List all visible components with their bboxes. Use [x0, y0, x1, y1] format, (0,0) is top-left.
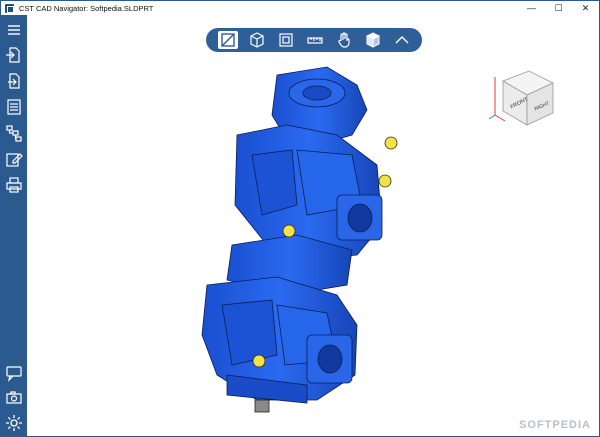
edit-icon — [6, 153, 23, 167]
print-icon — [6, 177, 22, 193]
properties-button[interactable] — [4, 97, 24, 117]
view-cube-icon — [250, 32, 264, 48]
open-file-icon — [6, 47, 20, 63]
settings-icon — [6, 415, 22, 431]
app-window: CST CAD Navigator: Softpedia.SLDPRT — ☐ … — [0, 0, 600, 437]
cad-model[interactable] — [177, 55, 417, 415]
pan-hand-button[interactable] — [334, 31, 354, 49]
display-mode-icon — [221, 33, 235, 47]
camera-icon — [6, 391, 22, 404]
export-file-icon — [8, 73, 20, 89]
model-tree-icon — [6, 125, 22, 142]
print-button[interactable] — [4, 175, 24, 195]
export-file-button[interactable] — [4, 71, 24, 91]
properties-icon — [7, 99, 21, 115]
collapse-toolbar-button[interactable] — [392, 31, 412, 49]
settings-button[interactable] — [4, 413, 24, 433]
window-title: CST CAD Navigator: Softpedia.SLDPRT — [19, 3, 154, 13]
title-bar: CST CAD Navigator: Softpedia.SLDPRT — ☐ … — [1, 1, 599, 15]
solid-shading-icon — [365, 32, 381, 48]
navigation-cube[interactable]: FRONT RIGHT — [481, 67, 561, 129]
edit-button[interactable] — [4, 149, 24, 169]
watermark: SOFTPEDIA — [519, 419, 591, 431]
open-file-button[interactable] — [4, 45, 24, 65]
app-logo-icon — [5, 3, 14, 13]
window-controls: — ☐ ✕ — [518, 1, 599, 15]
collapse-toolbar-icon — [395, 36, 409, 44]
minimize-button[interactable]: — — [518, 1, 545, 15]
sidebar — [1, 15, 27, 436]
view-toolbar — [206, 28, 422, 52]
feedback-button[interactable] — [4, 363, 24, 383]
maximize-button[interactable]: ☐ — [545, 1, 572, 15]
fit-view-icon — [279, 33, 293, 47]
model-tree-button[interactable] — [4, 123, 24, 143]
pan-hand-icon — [338, 32, 350, 48]
menu-icon — [8, 25, 20, 35]
measure-icon — [307, 37, 323, 44]
fit-view-button[interactable] — [276, 31, 296, 49]
3d-viewport[interactable]: FRONT RIGHT SOFTPEDIA — [27, 15, 599, 436]
close-button[interactable]: ✕ — [572, 1, 599, 15]
camera-button[interactable] — [4, 388, 24, 408]
view-cube-button[interactable] — [247, 31, 267, 49]
menu-button[interactable] — [4, 20, 24, 40]
solid-shading-button[interactable] — [363, 31, 383, 49]
feedback-icon — [6, 366, 22, 382]
display-mode-button[interactable] — [218, 31, 238, 49]
measure-button[interactable] — [305, 31, 325, 49]
